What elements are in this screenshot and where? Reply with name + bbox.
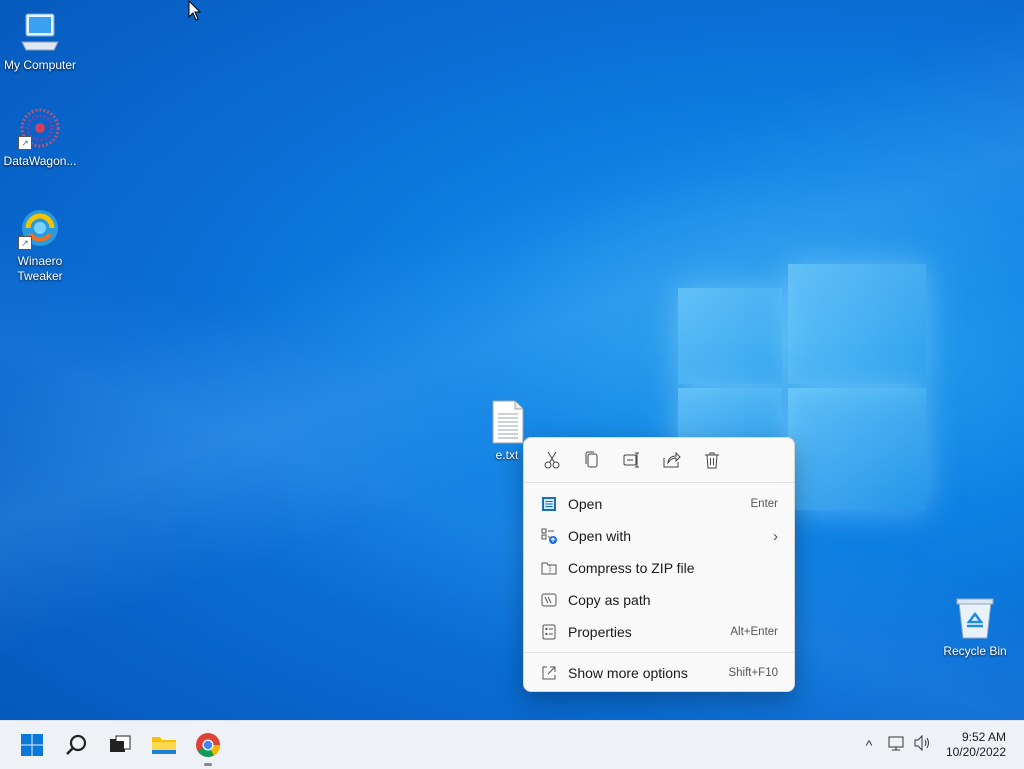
- menu-item-compress-zip[interactable]: Compress to ZIP file: [530, 553, 788, 583]
- share-button[interactable]: [656, 444, 688, 476]
- rename-icon: [623, 452, 639, 468]
- menu-item-label: Show more options: [568, 665, 688, 681]
- cut-icon: [544, 451, 560, 469]
- menu-item-open-with[interactable]: Open with ›: [530, 521, 788, 551]
- shortcut-arrow-icon: ↗: [18, 236, 32, 250]
- file-explorer-button[interactable]: [148, 729, 180, 761]
- taskbar: ^ 9:52 AM 10/20/2022: [0, 720, 1024, 769]
- menu-separator: [524, 652, 794, 653]
- rename-button[interactable]: [616, 444, 648, 476]
- cut-button[interactable]: [536, 444, 568, 476]
- clock-time: 9:52 AM: [961, 730, 1006, 744]
- chrome-button[interactable]: [192, 729, 224, 766]
- datawagon-icon: ↗: [18, 106, 62, 150]
- menu-item-label: Properties: [568, 624, 632, 640]
- file-explorer-icon: [152, 737, 176, 754]
- menu-item-copy-as-path[interactable]: Copy as path: [530, 585, 788, 615]
- menu-item-shortcut: Shift+F10: [728, 667, 778, 679]
- text-file-icon: [485, 400, 529, 444]
- properties-icon: [540, 623, 558, 641]
- menu-item-label: Copy as path: [568, 592, 651, 608]
- start-icon: [21, 734, 43, 756]
- zip-icon: [540, 559, 558, 577]
- clock-date: 10/20/2022: [945, 745, 1006, 759]
- menu-item-label: Open: [568, 496, 603, 512]
- system-tray: ^: [860, 721, 932, 769]
- context-menu: Open Enter Open with › Compress to ZIP f…: [523, 437, 795, 692]
- desktop-icon-label: DataWagon...: [3, 154, 77, 168]
- desktop-icon-label: Winaero Tweaker: [17, 254, 63, 283]
- delete-button[interactable]: [696, 444, 728, 476]
- context-menu-quick-actions: [524, 438, 794, 483]
- more-options-icon: [540, 664, 558, 682]
- menu-item-properties[interactable]: Properties Alt+Enter: [530, 617, 788, 647]
- chevron-up-icon[interactable]: ^: [860, 737, 878, 753]
- desktop-icon-my-computer[interactable]: My Computer: [0, 10, 80, 73]
- mouse-cursor-icon: [188, 0, 202, 27]
- copy-button[interactable]: [576, 444, 608, 476]
- winaero-tweaker-icon: ↗: [18, 206, 62, 250]
- network-icon[interactable]: [888, 735, 906, 756]
- open-with-icon: [540, 527, 558, 545]
- menu-item-shortcut: Enter: [750, 498, 779, 510]
- copy-icon: [585, 451, 598, 468]
- shortcut-arrow-icon: ↗: [18, 136, 32, 150]
- computer-icon: [18, 10, 62, 54]
- desktop-icon-label: My Computer: [3, 58, 77, 72]
- running-indicator: [204, 763, 212, 766]
- delete-icon: [705, 452, 719, 469]
- menu-item-label: Compress to ZIP file: [568, 560, 695, 576]
- desktop-icon-datawagon[interactable]: ↗ DataWagon...: [0, 106, 80, 169]
- menu-item-shortcut: Alt+Enter: [730, 626, 778, 638]
- search-button[interactable]: [60, 729, 92, 761]
- desktop-icon-label: Recycle Bin: [943, 644, 1007, 658]
- volume-icon[interactable]: [914, 734, 932, 756]
- search-icon: [66, 734, 87, 755]
- copy-path-icon: [540, 591, 558, 609]
- open-icon: [540, 495, 558, 513]
- taskbar-clock[interactable]: 9:52 AM 10/20/2022: [946, 730, 1006, 760]
- task-view-button[interactable]: [104, 729, 136, 761]
- task-view-icon: [110, 735, 131, 752]
- desktop-icon-winaero-tweaker[interactable]: ↗ Winaero Tweaker: [0, 206, 80, 284]
- start-button[interactable]: [16, 729, 48, 761]
- chevron-right-icon: ›: [773, 527, 778, 545]
- share-icon: [663, 452, 681, 468]
- recycle-bin-icon: [953, 596, 997, 640]
- menu-item-open[interactable]: Open Enter: [530, 489, 788, 519]
- chrome-icon: [196, 733, 220, 758]
- menu-item-show-more-options[interactable]: Show more options Shift+F10: [530, 658, 788, 688]
- menu-item-label: Open with: [568, 528, 632, 544]
- desktop-icon-recycle-bin[interactable]: Recycle Bin: [935, 596, 1015, 659]
